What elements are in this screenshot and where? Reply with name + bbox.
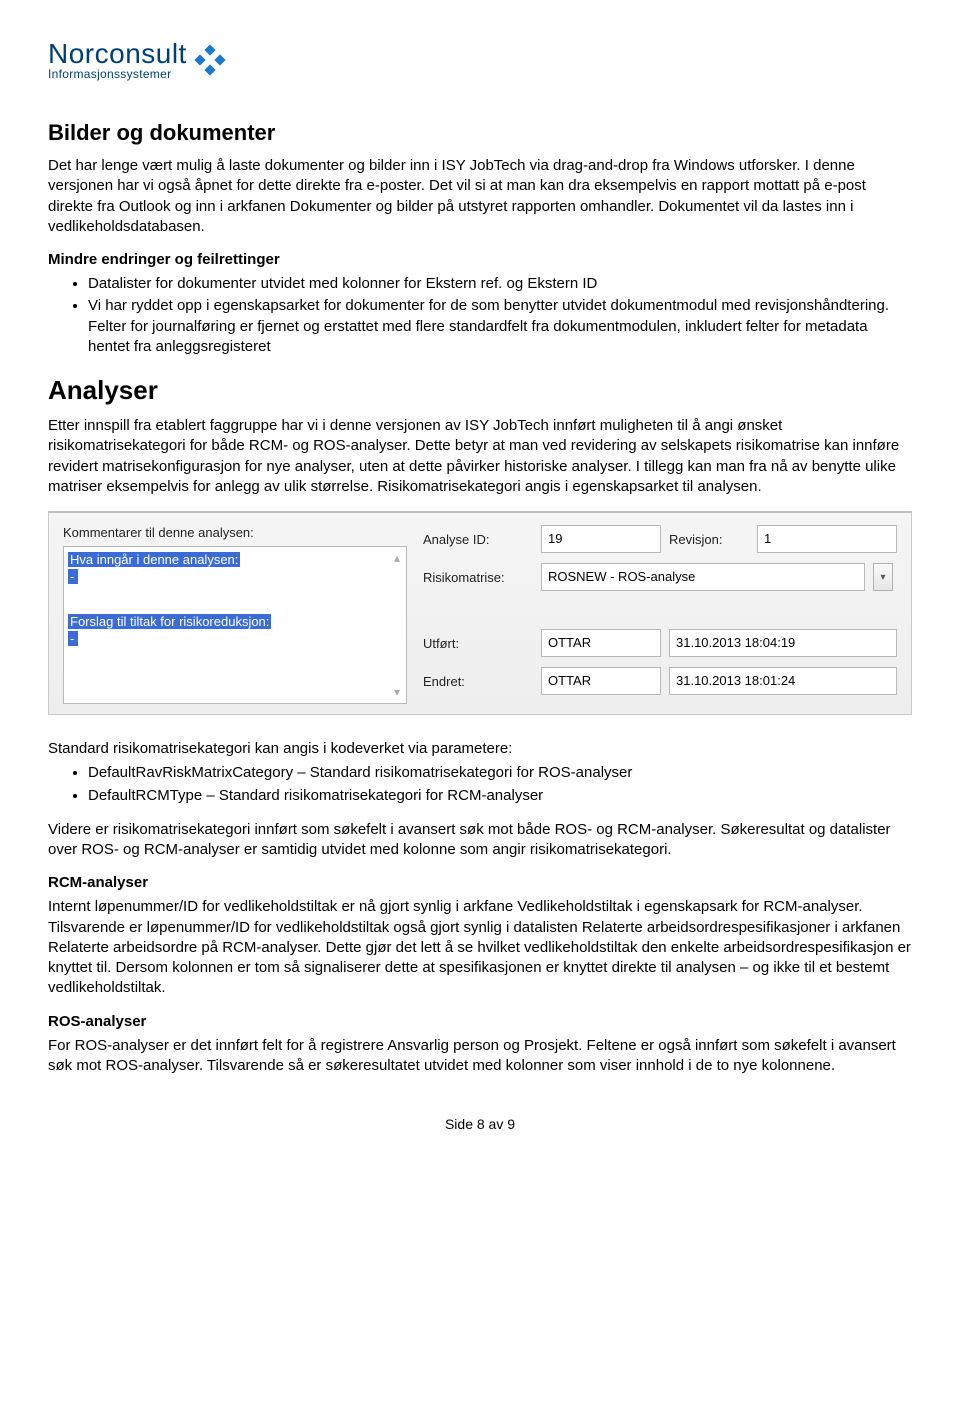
heading-ros: ROS-analyser bbox=[48, 1013, 912, 1030]
bullet-list-1: Datalister for dokumenter utvidet med ko… bbox=[48, 274, 912, 357]
para-analyser: Etter innspill fra etablert faggruppe ha… bbox=[48, 416, 912, 497]
heading-analyser: Analyser bbox=[48, 375, 912, 406]
para-rcm: Internt løpenummer/ID for vedlikeholdsti… bbox=[48, 897, 912, 998]
list-item: DefaultRavRiskMatrixCategory – Standard … bbox=[88, 763, 912, 783]
para-ros: For ROS-analyser er det innført felt for… bbox=[48, 1036, 912, 1077]
para-kodeverk-after: Videre er risikomatrisekategori innført … bbox=[48, 820, 912, 861]
revisjon-label: Revisjon: bbox=[669, 532, 749, 547]
risikomatrise-field[interactable]: ROSNEW - ROS-analyse bbox=[541, 563, 865, 591]
comment-highlight-2: Forslag til tiltak for risikoreduksjon: bbox=[68, 614, 271, 629]
comment-label: Kommentarer til denne analysen: bbox=[63, 525, 407, 540]
analyse-id-label: Analyse ID: bbox=[423, 532, 533, 547]
dropdown-arrow-icon[interactable]: ▾ bbox=[873, 563, 893, 591]
risikomatrise-label: Risikomatrise: bbox=[423, 570, 533, 585]
heading-rcm: RCM-analyser bbox=[48, 874, 912, 891]
subhead-endringer: Mindre endringer og feilrettinger bbox=[48, 251, 912, 268]
revisjon-field[interactable]: 1 bbox=[757, 525, 897, 553]
list-item: Vi har ryddet opp i egenskapsarket for d… bbox=[88, 296, 912, 357]
list-item: Datalister for dokumenter utvidet med ko… bbox=[88, 274, 912, 294]
logo-name: Norconsult bbox=[48, 40, 187, 68]
analyse-id-field[interactable]: 19 bbox=[541, 525, 661, 553]
heading-bilder: Bilder og dokumenter bbox=[48, 120, 912, 146]
utfort-user-field[interactable]: OTTAR bbox=[541, 629, 661, 657]
endret-ts-field[interactable]: 31.10.2013 18:01:24 bbox=[669, 667, 897, 695]
list-item: DefaultRCMType – Standard risikomatrisek… bbox=[88, 786, 912, 806]
scroll-up-icon[interactable]: ▴ bbox=[391, 551, 403, 565]
comment-dash-2: - bbox=[68, 631, 78, 646]
logo-sub: Informasjonssystemer bbox=[48, 68, 187, 80]
endret-user-field[interactable]: OTTAR bbox=[541, 667, 661, 695]
comment-highlight-1: Hva inngår i denne analysen: bbox=[68, 552, 240, 567]
app-screenshot-panel: Kommentarer til denne analysen: Hva inng… bbox=[48, 511, 912, 715]
para-kodeverk-intro: Standard risikomatrisekategori kan angis… bbox=[48, 739, 912, 759]
comment-dash-1: - bbox=[68, 569, 78, 584]
logo-diamond-icon bbox=[193, 43, 227, 77]
utfort-label: Utført: bbox=[423, 636, 533, 651]
endret-label: Endret: bbox=[423, 674, 533, 689]
bullet-list-2: DefaultRavRiskMatrixCategory – Standard … bbox=[48, 763, 912, 806]
comment-textarea[interactable]: Hva inngår i denne analysen: - Forslag t… bbox=[63, 546, 407, 704]
para-bilder: Det har lenge vært mulig å laste dokumen… bbox=[48, 156, 912, 237]
logo: Norconsult Informasjonssystemer bbox=[48, 40, 912, 80]
utfort-ts-field[interactable]: 31.10.2013 18:04:19 bbox=[669, 629, 897, 657]
page-footer: Side 8 av 9 bbox=[48, 1116, 912, 1132]
scroll-down-icon[interactable]: ▾ bbox=[391, 685, 403, 699]
